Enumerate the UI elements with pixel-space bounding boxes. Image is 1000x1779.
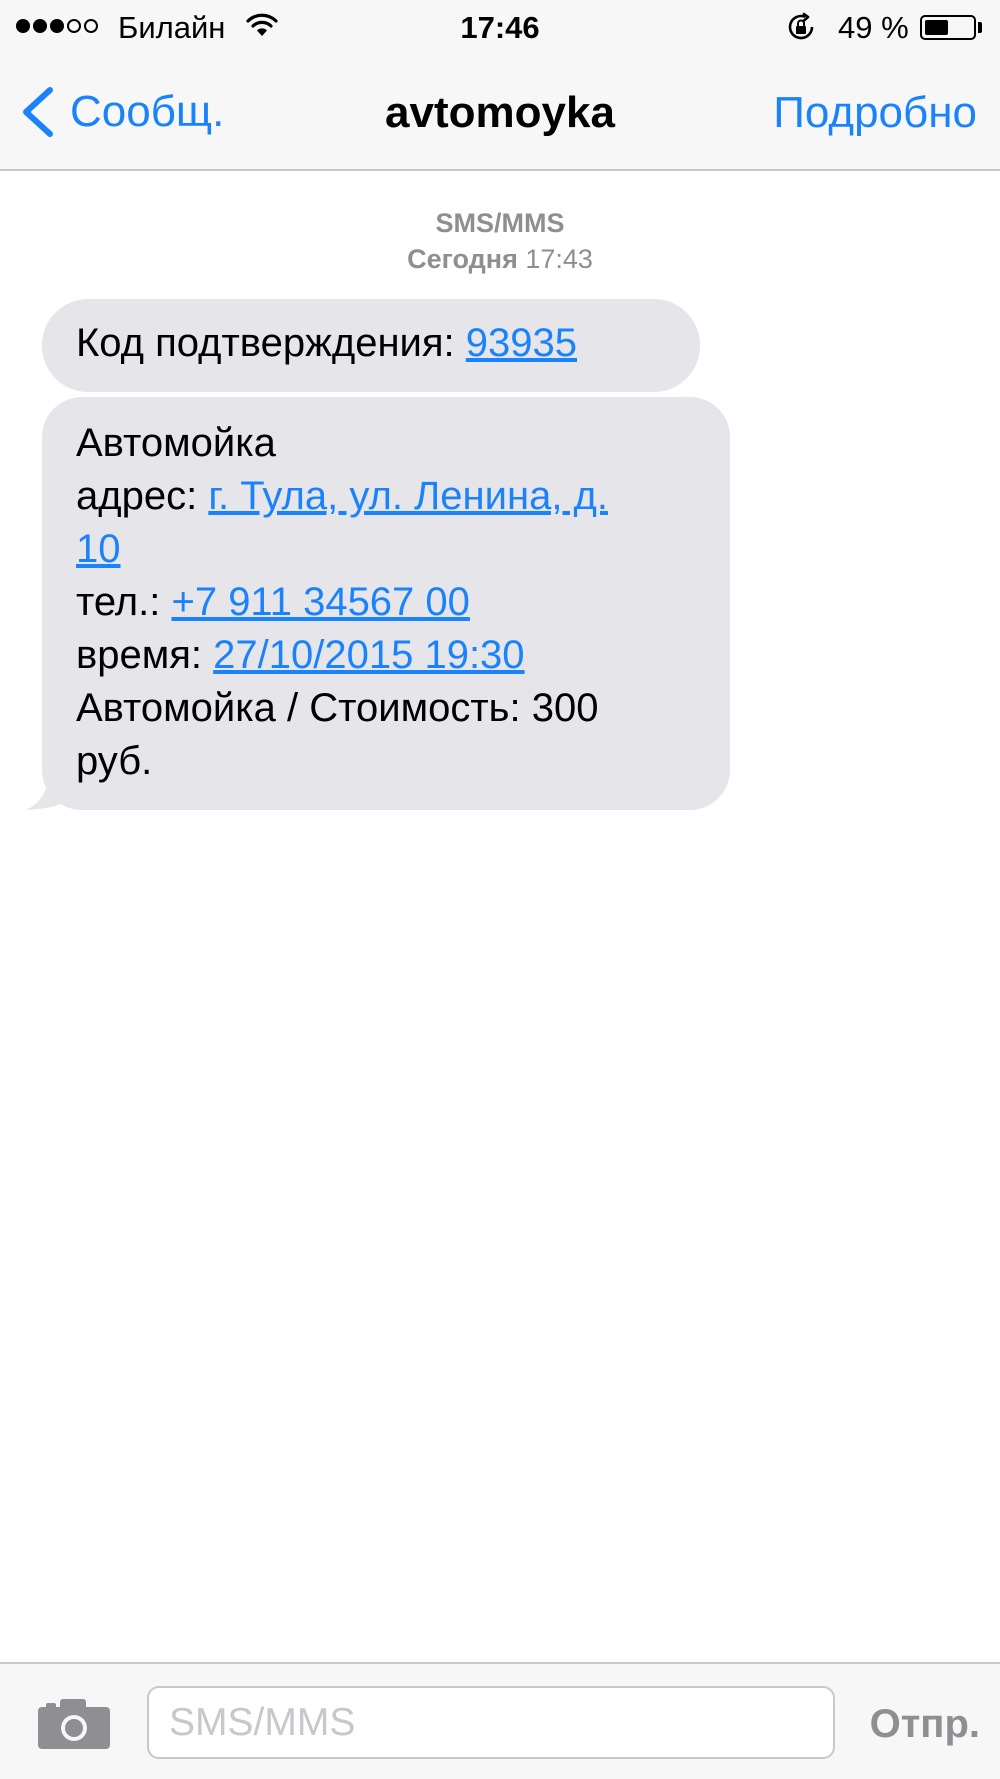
booking-service: Автомойка (76, 421, 276, 465)
booking-cost: Автомойка / Стоимость: 300 (76, 686, 599, 730)
confirmation-code-link[interactable]: 93935 (466, 321, 577, 365)
conversation-header: SMS/MMS Сегодня 17:43 (0, 205, 1000, 277)
phone-prefix: тел.: (76, 580, 172, 624)
send-button[interactable]: Отпр. (870, 1702, 980, 1747)
booking-time-line: время: 27/10/2015 19:30 (76, 629, 696, 682)
battery-percentage: 49 % (838, 10, 909, 45)
status-bar: Билайн 17:46 49 % (0, 0, 1000, 56)
battery-cap (978, 22, 982, 33)
code-prefix: Код подтверждения: (76, 321, 466, 365)
booking-address-line: адрес: г. Тула, ул. Ленина, д. (76, 470, 696, 523)
details-button[interactable]: Подробно (773, 88, 977, 138)
message-input[interactable] (147, 1686, 835, 1759)
booking-phone-line: тел.: +7 911 34567 00 (76, 576, 696, 629)
rotation-lock-icon (788, 12, 814, 40)
message-input-bar: Отпр. (0, 1662, 1000, 1779)
timestamp-day: Сегодня (407, 244, 518, 274)
battery-icon (920, 15, 976, 40)
message-bubble-booking[interactable]: Автомойка адрес: г. Тула, ул. Ленина, д.… (42, 397, 730, 810)
address-link-continued[interactable]: 10 (76, 527, 121, 571)
datetime-link[interactable]: 27/10/2015 19:30 (213, 633, 524, 677)
camera-icon[interactable] (38, 1697, 110, 1749)
battery-level-fill (925, 20, 948, 35)
navigation-bar: Сообщ. avtomoyka Подробно (0, 56, 1000, 171)
bubble-tail (26, 774, 66, 810)
time-prefix: время: (76, 633, 214, 677)
timestamp-time: 17:43 (525, 244, 593, 274)
message-type-label: SMS/MMS (435, 208, 565, 238)
message-bubble-code[interactable]: Код подтверждения: 93935 (42, 299, 700, 392)
address-link[interactable]: г. Тула, ул. Ленина, д. (208, 474, 608, 518)
phone-link[interactable]: +7 911 34567 00 (171, 580, 469, 624)
address-prefix: адрес: (76, 474, 209, 518)
booking-cost-continued: руб. (76, 739, 153, 783)
message-timestamp: Сегодня 17:43 (0, 241, 1000, 277)
